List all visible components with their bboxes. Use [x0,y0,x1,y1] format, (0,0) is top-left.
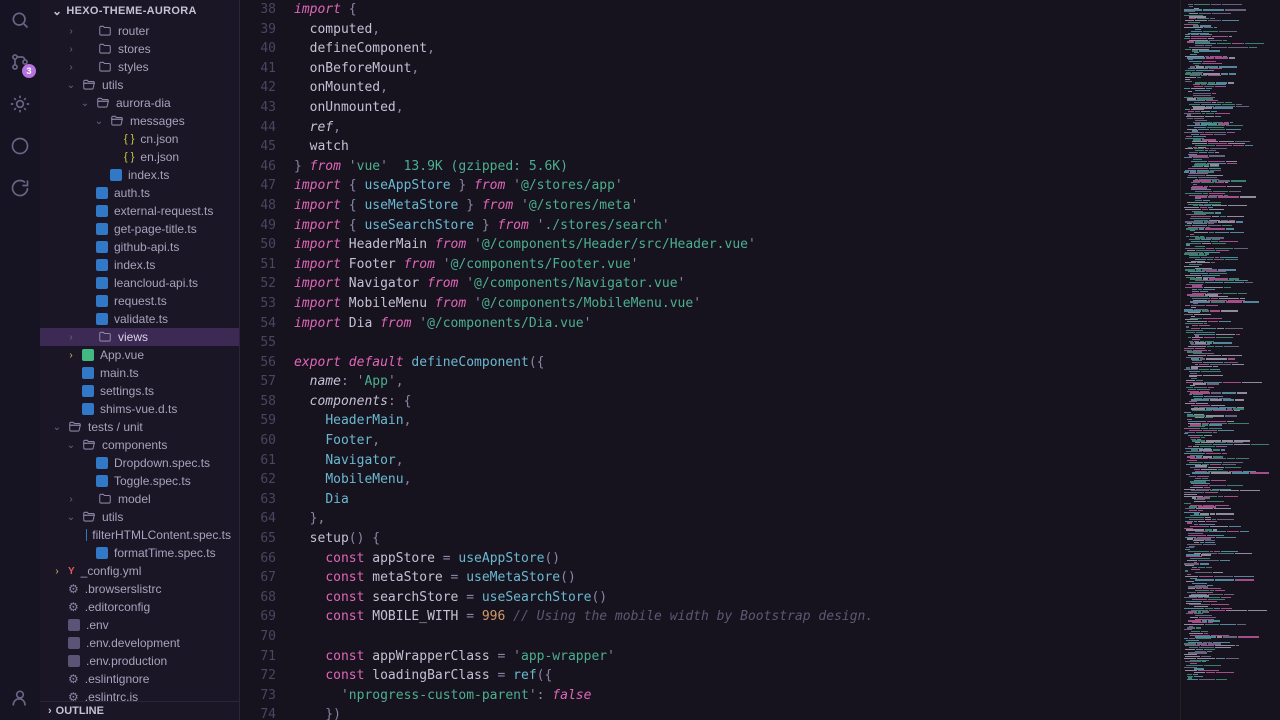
tree-item-label: .eslintrc.js [85,690,138,701]
tree-item[interactable]: ›Y_config.yml [40,562,239,580]
chevron-right-icon: › [48,705,52,717]
minimap[interactable] [1180,0,1280,720]
tree-item-label: formatTime.spec.ts [114,546,216,560]
debug-icon[interactable] [8,92,32,116]
code-content[interactable]: import { computed, defineComponent, onBe… [294,0,1180,720]
tree-item-label: router [118,24,149,38]
tree-item-label: Dropdown.spec.ts [114,456,210,470]
tree-item-label: components [102,438,167,452]
tree-item[interactable]: ›router [40,22,239,40]
tree-item-label: auth.ts [114,186,150,200]
activity-bar: 3 [0,0,40,720]
tree-item[interactable]: index.ts [40,166,239,184]
tree-item-label: shims-vue.d.ts [100,402,177,416]
tree-item[interactable]: ⚙.eslintignore [40,670,239,688]
chevron-down-icon: ⌄ [52,4,62,18]
tree-item[interactable]: get-page-title.ts [40,220,239,238]
tree-item-label: views [118,330,148,344]
tree-item[interactable]: Toggle.spec.ts [40,472,239,490]
tree-item[interactable]: ›model [40,490,239,508]
tree-item[interactable]: ›App.vue [40,346,239,364]
tree-item[interactable]: ⚙.eslintrc.js [40,688,239,701]
tree-item-label: external-request.ts [114,204,213,218]
tree-item-label: .env.production [86,654,167,668]
tree-item[interactable]: .env.development [40,634,239,652]
tree-item-label: model [118,492,151,506]
tree-item-label: .browserslistrc [85,582,162,596]
tree-item[interactable]: ⌄messages [40,112,239,130]
scm-badge: 3 [22,64,36,78]
tree-item-label: index.ts [128,168,169,182]
search-icon[interactable] [8,8,32,32]
tree-item[interactable]: filterHTMLContent.spec.ts [40,526,239,544]
tree-item-label: styles [118,60,149,74]
tree-item[interactable]: ›stores [40,40,239,58]
explorer-sidebar: ⌄ HEXO-THEME-AURORA ›router›stores›style… [40,0,240,720]
tree-item-label: github-api.ts [114,240,179,254]
tree-item[interactable]: index.ts [40,256,239,274]
tree-item-label: filterHTMLContent.spec.ts [92,528,231,542]
tree-item-label: leancloud-api.ts [114,276,198,290]
tree-item-label: tests / unit [88,420,143,434]
project-title: HEXO-THEME-AURORA [66,5,196,17]
tree-item[interactable]: ›views [40,328,239,346]
tree-item-label: utils [102,510,123,524]
tree-item[interactable]: request.ts [40,292,239,310]
tree-item[interactable]: leancloud-api.ts [40,274,239,292]
outline-label: OUTLINE [56,705,104,717]
tree-item[interactable]: github-api.ts [40,238,239,256]
tree-item-label: request.ts [114,294,167,308]
tree-item-label: .eslintignore [85,672,150,686]
tree-item[interactable]: { }cn.json [40,130,239,148]
tree-item[interactable]: { }en.json [40,148,239,166]
tree-item[interactable]: formatTime.spec.ts [40,544,239,562]
tree-item-label: get-page-title.ts [114,222,197,236]
tree-item[interactable]: external-request.ts [40,202,239,220]
tree-item-label: validate.ts [114,312,168,326]
tree-item[interactable]: ⌄components [40,436,239,454]
tree-item[interactable]: ⚙.browserslistrc [40,580,239,598]
tree-item-label: App.vue [100,348,144,362]
tree-item[interactable]: ⌄utils [40,76,239,94]
code-editor[interactable]: 3839404142434445464748495051525354555657… [240,0,1280,720]
tree-item[interactable]: ⌄tests / unit [40,418,239,436]
tree-item[interactable]: validate.ts [40,310,239,328]
tree-item[interactable]: settings.ts [40,382,239,400]
tree-item-label: aurora-dia [116,96,171,110]
tree-item-label: .env [86,618,109,632]
tree-item-label: Toggle.spec.ts [114,474,191,488]
tree-item-label: settings.ts [100,384,154,398]
tree-item[interactable]: ⌄utils [40,508,239,526]
tree-item-label: .editorconfig [85,600,150,614]
tree-item[interactable]: Dropdown.spec.ts [40,454,239,472]
tree-item-label: _config.yml [81,564,142,578]
tree-item-label: main.ts [100,366,139,380]
tree-item-label: messages [130,114,185,128]
tree-item[interactable]: main.ts [40,364,239,382]
extensions-icon[interactable] [8,134,32,158]
file-tree: ›router›stores›styles⌄utils⌄aurora-dia⌄m… [40,22,239,701]
tree-item[interactable]: ⚙.editorconfig [40,598,239,616]
outline-header[interactable]: › OUTLINE [40,701,239,720]
source-control-icon[interactable]: 3 [8,50,32,74]
tree-item[interactable]: ›styles [40,58,239,76]
tree-item[interactable]: shims-vue.d.ts [40,400,239,418]
tree-item[interactable]: .env.production [40,652,239,670]
tree-item-label: en.json [140,150,179,164]
tree-item[interactable]: ⌄aurora-dia [40,94,239,112]
tree-item-label: stores [118,42,151,56]
tree-item[interactable]: auth.ts [40,184,239,202]
tree-item-label: index.ts [114,258,155,272]
project-header[interactable]: ⌄ HEXO-THEME-AURORA [40,0,239,22]
account-icon[interactable] [8,686,32,710]
line-gutter: 3839404142434445464748495051525354555657… [240,0,294,720]
sync-icon[interactable] [8,176,32,200]
tree-item-label: cn.json [140,132,178,146]
tree-item-label: .env.development [86,636,180,650]
tree-item-label: utils [102,78,123,92]
tree-item[interactable]: .env [40,616,239,634]
